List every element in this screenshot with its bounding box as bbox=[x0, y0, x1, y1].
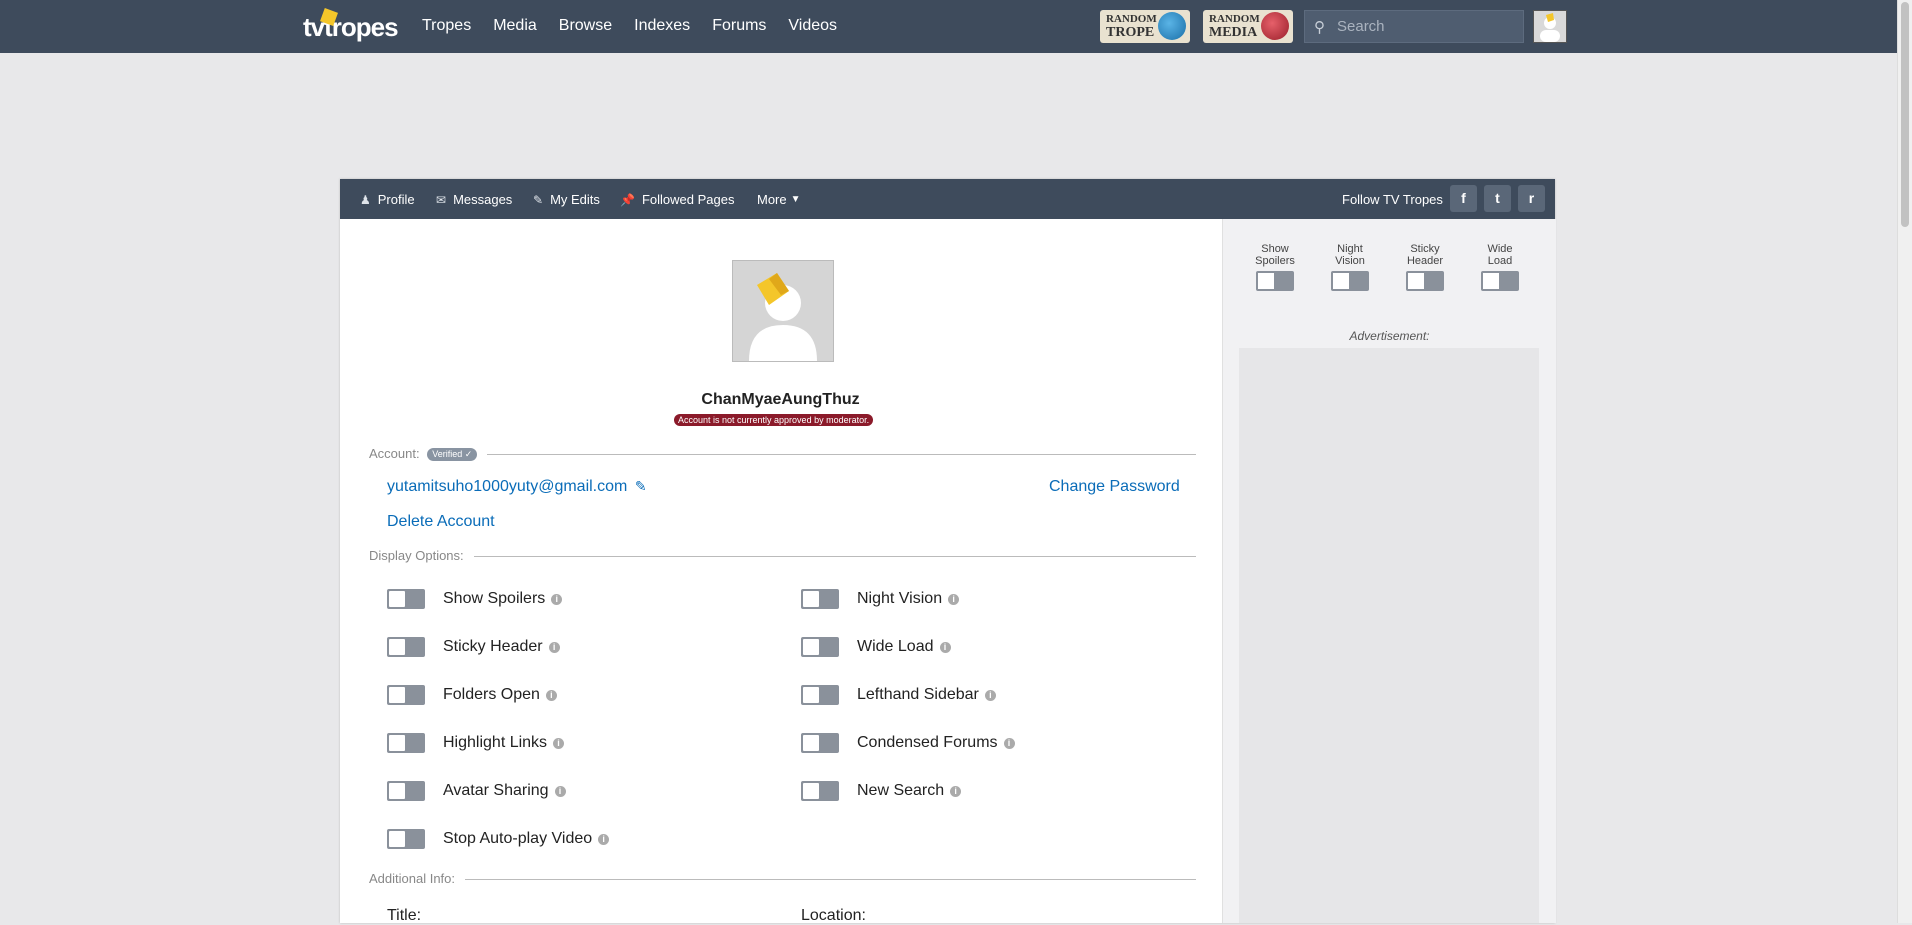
title-field-label: Title: bbox=[387, 907, 422, 924]
top-navigation-bar: tvtropes Tropes Media Browse Indexes For… bbox=[0, 0, 1898, 53]
scrollbar-thumb[interactable] bbox=[1901, 2, 1909, 227]
nav-indexes[interactable]: Indexes bbox=[634, 17, 690, 35]
tab-profile[interactable]: ♟ Profile bbox=[360, 192, 415, 207]
quick-toggle-switch[interactable] bbox=[1331, 271, 1369, 291]
quick-toggle-show-spoilers: Show Spoilers bbox=[1247, 243, 1303, 296]
email-link[interactable]: yutamitsuho1000yuty@gmail.com bbox=[387, 478, 627, 495]
additional-info-section: Additional Info: bbox=[369, 871, 1196, 887]
option-show-spoilers: Show Spoilers i bbox=[387, 588, 563, 610]
option-sticky-header: Sticky Header i bbox=[387, 636, 560, 658]
tab-my-edits[interactable]: ✎ My Edits bbox=[533, 192, 600, 207]
advertisement-box bbox=[1239, 348, 1539, 923]
info-icon[interactable]: i bbox=[984, 689, 996, 701]
toggle-show-spoilers[interactable] bbox=[387, 589, 425, 609]
option-new-search: New Search i bbox=[801, 780, 962, 802]
avatar-silhouette-icon bbox=[1540, 13, 1560, 42]
option-stop-autoplay-video: Stop Auto-play Video i bbox=[387, 828, 610, 850]
pencil-edit-icon[interactable]: ✎ bbox=[635, 478, 647, 494]
page-scrollbar[interactable] bbox=[1897, 0, 1912, 923]
tab-messages[interactable]: ✉ Messages bbox=[436, 192, 512, 207]
pin-icon: 📌 bbox=[620, 192, 635, 207]
reddit-icon[interactable]: r bbox=[1518, 185, 1545, 212]
toggle-stop-autoplay-video[interactable] bbox=[387, 829, 425, 849]
info-icon[interactable]: i bbox=[939, 641, 951, 653]
blue-button-icon bbox=[1158, 12, 1186, 40]
option-wide-load: Wide Load i bbox=[801, 636, 951, 658]
option-avatar-sharing: Avatar Sharing i bbox=[387, 780, 566, 802]
nav-browse[interactable]: Browse bbox=[559, 17, 612, 35]
quick-toggle-night-vision: Night Vision bbox=[1322, 243, 1378, 296]
panel-header: ♟ Profile ✉ Messages ✎ My Edits 📌 Follow… bbox=[340, 179, 1555, 219]
advertisement-label: Advertisement: bbox=[1349, 329, 1430, 343]
toggle-lefthand-sidebar[interactable] bbox=[801, 685, 839, 705]
delete-account-link[interactable]: Delete Account bbox=[387, 513, 495, 531]
toggle-new-search[interactable] bbox=[801, 781, 839, 801]
account-panel: ♟ Profile ✉ Messages ✎ My Edits 📌 Follow… bbox=[340, 179, 1556, 924]
pencil-icon: ✎ bbox=[533, 192, 544, 207]
display-options-section: Display Options: bbox=[369, 548, 1196, 564]
email-display: yutamitsuho1000yuty@gmail.com ✎ bbox=[387, 478, 647, 496]
location-field-label: Location: bbox=[801, 907, 866, 924]
option-night-vision: Night Vision i bbox=[801, 588, 960, 610]
change-password-link[interactable]: Change Password bbox=[1049, 478, 1180, 496]
quick-toggle-switch[interactable] bbox=[1481, 271, 1519, 291]
chevron-down-icon: ▼ bbox=[790, 194, 801, 205]
info-icon[interactable]: i bbox=[950, 785, 962, 797]
nav-media[interactable]: Media bbox=[493, 17, 537, 35]
toggle-night-vision[interactable] bbox=[801, 589, 839, 609]
option-condensed-forums: Condensed Forums i bbox=[801, 732, 1015, 754]
search-box: ⚲ bbox=[1304, 10, 1524, 43]
toggle-folders-open[interactable] bbox=[387, 685, 425, 705]
follow-label: Follow TV Tropes bbox=[1342, 192, 1443, 207]
main-nav: Tropes Media Browse Indexes Forums Video… bbox=[422, 17, 859, 35]
user-avatar-button[interactable] bbox=[1533, 10, 1567, 43]
quick-toggle-switch[interactable] bbox=[1256, 271, 1294, 291]
tab-more[interactable]: More ▼ bbox=[757, 192, 801, 207]
option-lefthand-sidebar: Lefthand Sidebar i bbox=[801, 684, 996, 706]
status-badge: Account is not currently approved by mod… bbox=[674, 414, 874, 426]
tvtropes-logo[interactable]: tvtropes bbox=[303, 8, 399, 42]
option-folders-open: Folders Open i bbox=[387, 684, 557, 706]
info-icon[interactable]: i bbox=[598, 833, 610, 845]
quick-toggle-switch[interactable] bbox=[1406, 271, 1444, 291]
info-icon[interactable]: i bbox=[548, 641, 560, 653]
toggle-highlight-links[interactable] bbox=[387, 733, 425, 753]
account-section: Account: Verified ✓ bbox=[369, 446, 1196, 462]
right-sidebar: Show Spoilers Night Vision Sticky Header Wi… bbox=[1222, 219, 1556, 923]
twitter-icon[interactable]: t bbox=[1484, 185, 1511, 212]
info-icon[interactable]: i bbox=[1003, 737, 1015, 749]
quick-toggle-wide-load: Wide Load bbox=[1472, 243, 1528, 296]
toggle-condensed-forums[interactable] bbox=[801, 733, 839, 753]
search-input[interactable] bbox=[1335, 17, 1519, 36]
info-icon[interactable]: i bbox=[545, 689, 557, 701]
tab-followed-pages[interactable]: 📌 Followed Pages bbox=[620, 192, 734, 207]
red-button-icon bbox=[1261, 12, 1289, 40]
avatar-silhouette-icon bbox=[749, 273, 817, 361]
search-icon: ⚲ bbox=[1314, 19, 1325, 36]
main-content: ChanMyaeAungThuz Account is not currentl… bbox=[340, 219, 1221, 924]
quick-toggle-sticky-header: Sticky Header bbox=[1397, 243, 1453, 296]
envelope-icon: ✉ bbox=[436, 192, 447, 207]
person-icon: ♟ bbox=[360, 192, 371, 207]
random-trope-button[interactable]: RANDOM TROPE bbox=[1100, 10, 1190, 43]
username: ChanMyaeAungThuz bbox=[701, 391, 860, 408]
toggle-wide-load[interactable] bbox=[801, 637, 839, 657]
option-highlight-links: Highlight Links i bbox=[387, 732, 565, 754]
info-icon[interactable]: i bbox=[553, 737, 565, 749]
random-media-button[interactable]: RANDOM MEDIA bbox=[1203, 10, 1293, 43]
nav-videos[interactable]: Videos bbox=[788, 17, 837, 35]
toggle-avatar-sharing[interactable] bbox=[387, 781, 425, 801]
info-icon[interactable]: i bbox=[554, 785, 566, 797]
nav-forums[interactable]: Forums bbox=[712, 17, 766, 35]
profile-avatar[interactable] bbox=[732, 260, 834, 362]
nav-tropes[interactable]: Tropes bbox=[422, 17, 471, 35]
verified-badge: Verified ✓ bbox=[427, 448, 478, 461]
info-icon[interactable]: i bbox=[551, 593, 563, 605]
toggle-sticky-header[interactable] bbox=[387, 637, 425, 657]
facebook-icon[interactable]: f bbox=[1450, 185, 1477, 212]
info-icon[interactable]: i bbox=[948, 593, 960, 605]
